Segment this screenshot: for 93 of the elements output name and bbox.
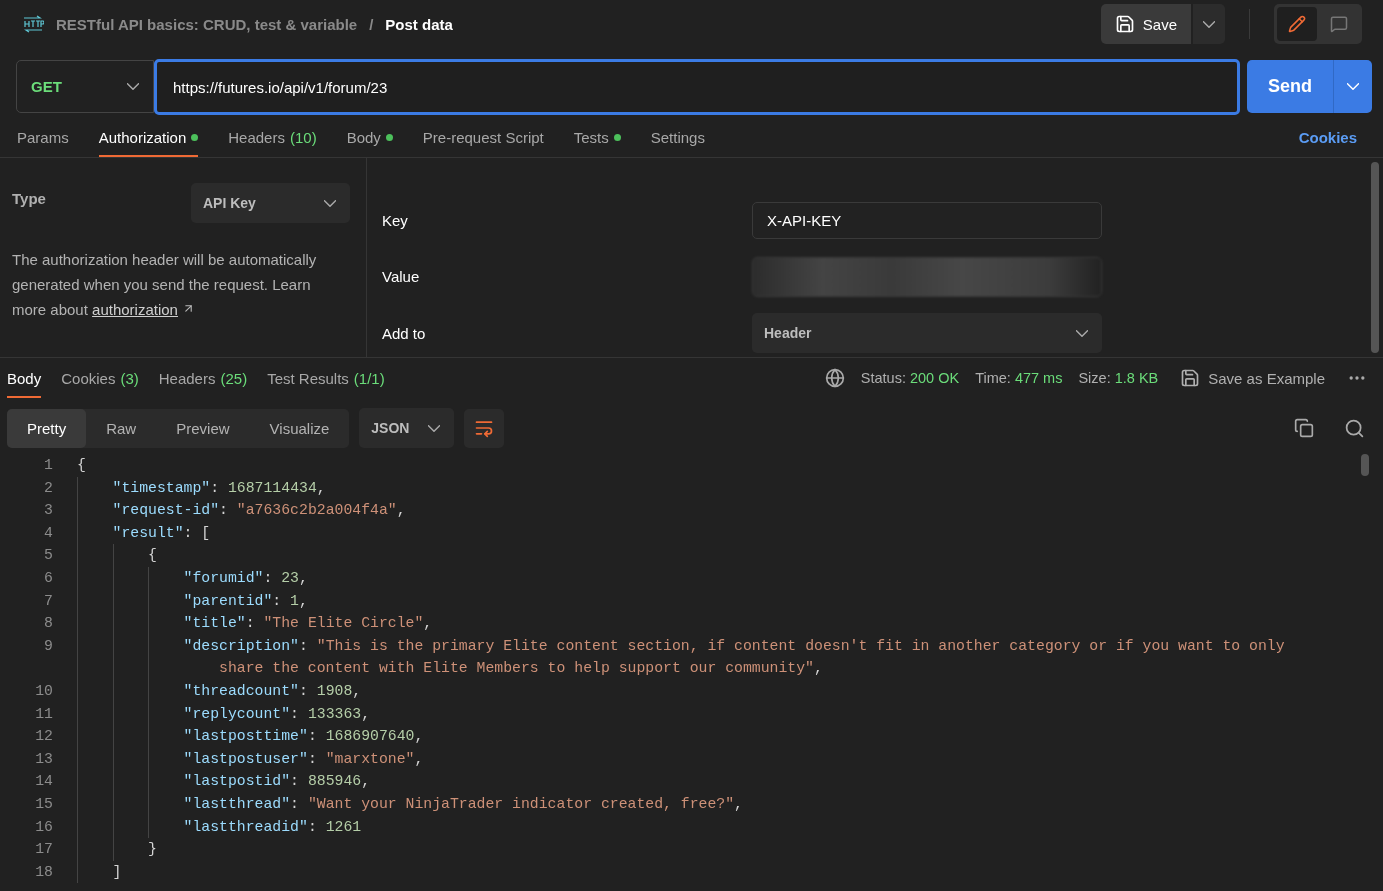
line-number: 10 <box>34 681 53 701</box>
response-tab[interactable]: Headers (25) <box>158 358 248 398</box>
code-line: "forumid": 23, <box>183 568 309 588</box>
chevron-down-icon <box>127 83 139 90</box>
line-number: 7 <box>43 591 53 611</box>
collection-breadcrumb[interactable]: RESTful API basics: CRUD, test & variable <box>56 15 358 33</box>
code-line: "request-id": "a7636c2b2a004f4a", <box>112 501 407 521</box>
field-label: Value <box>382 268 421 286</box>
chevron-down-icon <box>1347 83 1359 90</box>
wrap-lines-button[interactable] <box>464 408 505 448</box>
cookies-link[interactable]: Cookies <box>1298 129 1357 146</box>
request-tab[interactable]: Authorization <box>98 118 199 157</box>
request-tab[interactable]: Params <box>17 118 69 157</box>
line-number: 2 <box>43 478 53 498</box>
scrollbar[interactable] <box>1361 454 1369 476</box>
key-field[interactable]: X-API-KEY <box>752 201 1102 239</box>
line-number: 16 <box>34 817 53 837</box>
code-line: "lastposttime": 1686907640, <box>183 727 425 747</box>
save-as-example-button[interactable]: Save as Example <box>1174 367 1331 389</box>
response-stat: Size: 1.8 KB <box>1078 370 1159 386</box>
add-to-dropdown[interactable]: Header <box>752 313 1102 354</box>
method-dropdown[interactable]: GET <box>16 60 154 113</box>
view-mode-tab[interactable]: Raw <box>86 408 157 448</box>
chevron-down-icon <box>324 199 336 207</box>
save-button[interactable]: Save <box>1100 4 1191 44</box>
line-number: 13 <box>34 749 53 769</box>
code-line: "description": "This is the primary Elite content section, if content doesn't fit in another category or if you want to only share the content with Elite Members to help support our community", <box>183 636 1286 679</box>
scrollbar[interactable] <box>1371 162 1379 353</box>
line-number: 17 <box>34 840 53 860</box>
mode-button[interactable] <box>1277 7 1317 41</box>
code-line: "timestamp": 1687114434, <box>112 478 327 498</box>
response-tab[interactable]: Test Results (1/1) <box>267 358 385 398</box>
code-line: } <box>148 840 158 860</box>
request-tab[interactable]: Tests <box>573 118 621 157</box>
code-line: "lastpostid": 885946, <box>183 772 372 792</box>
blurred-value-field[interactable] <box>752 256 1102 297</box>
code-line: "result": [ <box>112 523 212 543</box>
code-line: { <box>77 456 87 475</box>
code-line: "lastthreadid": 1261 <box>183 817 363 837</box>
authorization-link[interactable]: authorization <box>92 301 178 318</box>
line-number: 6 <box>43 568 53 588</box>
pencil-icon <box>1288 15 1306 33</box>
line-number: 5 <box>43 546 53 566</box>
floppy-icon <box>1180 368 1201 388</box>
auth-type-dropdown[interactable]: API Key <box>191 183 350 223</box>
save-options-button[interactable] <box>1193 4 1225 44</box>
line-number: 4 <box>43 523 53 543</box>
request-tab[interactable]: Headers (10) <box>228 118 317 157</box>
comment-icon <box>1330 15 1348 33</box>
response-stat: Status: 200 OK <box>860 370 960 386</box>
request-title: Post data <box>385 15 453 33</box>
chevron-down-icon <box>1076 329 1088 337</box>
response-stat: Time: 477 ms <box>975 370 1063 386</box>
line-number: 12 <box>34 727 53 747</box>
line-number: 8 <box>43 614 53 634</box>
code-line: "threadcount": 1908, <box>183 681 363 701</box>
field-label: Key <box>382 211 409 229</box>
code-line: { <box>148 546 158 566</box>
line-number: 11 <box>34 704 53 724</box>
line-number: 18 <box>34 862 53 882</box>
code-line: "replycount": 133363, <box>183 704 372 724</box>
code-line: "lastthread": "Want your NinjaTrader indicator created, free?", <box>183 794 744 814</box>
view-mode-tab[interactable]: Preview <box>156 408 250 448</box>
send-button[interactable]: Send <box>1247 60 1333 113</box>
line-number: 1 <box>43 456 53 475</box>
http-icon <box>22 15 44 33</box>
request-tab[interactable]: Body <box>346 118 393 157</box>
copy-icon[interactable] <box>1294 418 1314 438</box>
format-dropdown[interactable]: JSON <box>359 408 455 448</box>
code-line: ] <box>112 862 123 882</box>
field-label: Add to <box>382 324 427 342</box>
chevron-down-icon <box>1203 20 1215 28</box>
auth-description: The authorization header will be automatically generated when you send the request. Learn more about authorization <box>12 250 318 320</box>
code-line: "lastpostuser": "marxtone", <box>183 749 425 769</box>
type-label: Type <box>12 190 46 207</box>
line-number: 15 <box>34 794 53 814</box>
code-line: "parentid": 1, <box>183 591 309 611</box>
request-tab[interactable]: Pre-request Script <box>422 118 544 157</box>
url-field[interactable]: https://futures.io/api/v1/forum/23 <box>154 59 1240 115</box>
view-mode-tab[interactable]: Pretty <box>7 408 87 448</box>
view-mode-tab[interactable]: Visualize <box>249 408 350 448</box>
floppy-icon <box>1114 14 1135 34</box>
chevron-down-icon <box>428 424 441 432</box>
response-tab[interactable]: Body <box>7 358 42 398</box>
line-number: 3 <box>43 501 53 521</box>
search-icon[interactable] <box>1344 417 1365 439</box>
wrap-text-icon <box>474 418 495 438</box>
response-tab[interactable]: Cookies (3) <box>61 358 139 398</box>
line-number: 9 <box>43 636 53 656</box>
request-tab[interactable]: Settings <box>650 118 705 157</box>
breadcrumb-separator: / <box>369 15 374 33</box>
line-number: 14 <box>34 772 53 792</box>
code-line: "title": "The Elite Circle", <box>183 614 434 634</box>
